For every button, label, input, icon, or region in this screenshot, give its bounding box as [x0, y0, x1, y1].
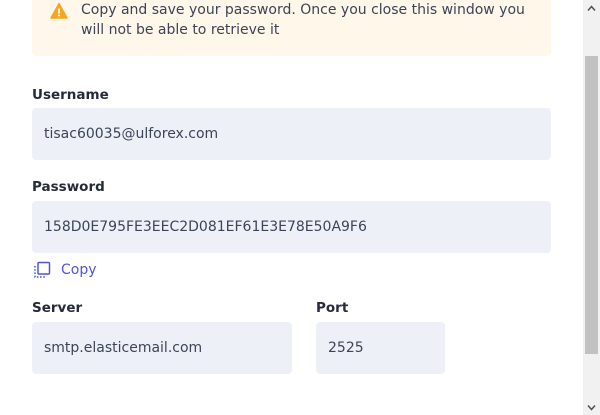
- password-warning-alert: Copy and save your password. Once you cl…: [32, 0, 551, 56]
- scrollbar-thumb[interactable]: [585, 56, 598, 354]
- port-label: Port: [316, 300, 349, 316]
- password-label: Password: [32, 179, 105, 195]
- server-field[interactable]: smtp.elasticemail.com: [32, 322, 292, 374]
- chevron-up-icon[interactable]: [587, 4, 596, 13]
- port-field[interactable]: 2525: [316, 322, 445, 374]
- copy-label: Copy: [61, 262, 97, 278]
- alert-message: Copy and save your password. Once you cl…: [81, 2, 525, 38]
- copy-icon: [34, 261, 51, 278]
- username-field[interactable]: tisac60035@ulforex.com: [32, 108, 551, 160]
- password-field[interactable]: 158D0E795FE3EEC2D081EF61E3E78E50A9F6: [32, 201, 551, 253]
- warning-triangle-icon: [50, 2, 68, 19]
- server-label: Server: [32, 300, 83, 316]
- copy-password-button[interactable]: Copy: [33, 260, 97, 280]
- username-label: Username: [32, 87, 109, 103]
- chevron-down-icon[interactable]: [587, 403, 596, 412]
- vertical-scrollbar[interactable]: [583, 0, 600, 415]
